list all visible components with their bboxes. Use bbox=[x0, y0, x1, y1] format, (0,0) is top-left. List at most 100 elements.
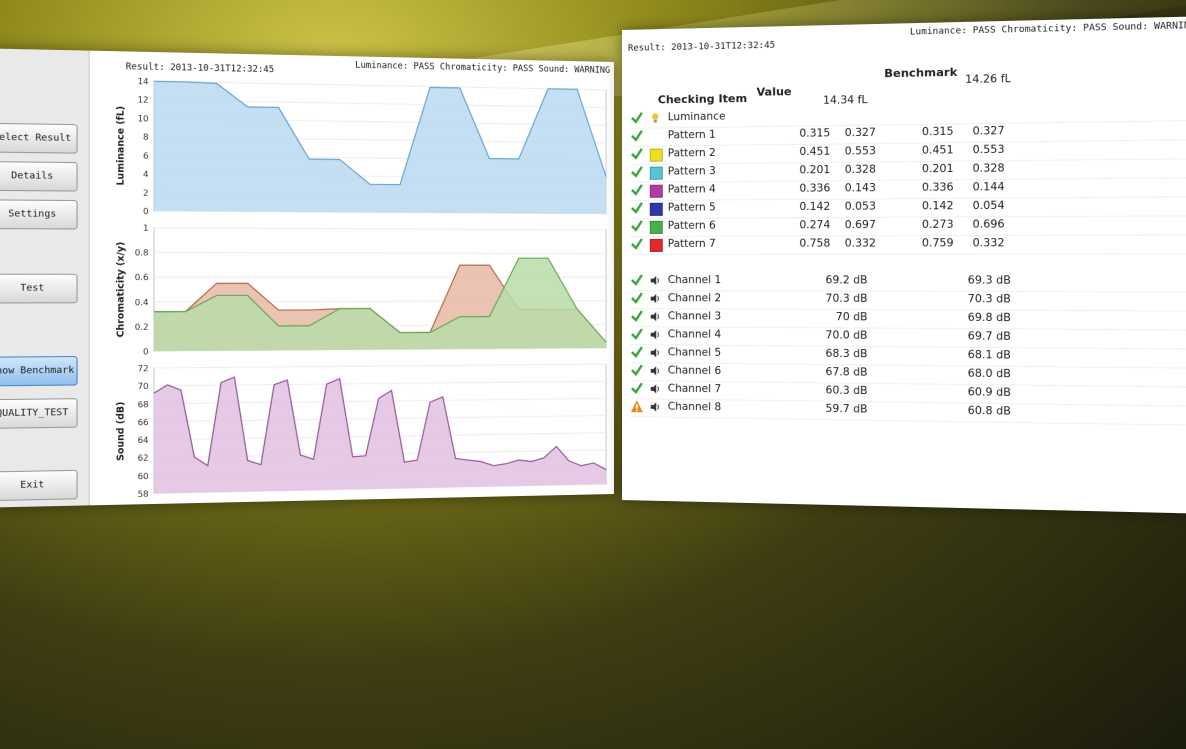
value-y: 0.053 bbox=[844, 200, 876, 213]
item-value: 70.3 dB bbox=[825, 292, 868, 305]
color-swatch-icon bbox=[649, 202, 663, 216]
item-name: Pattern 1 bbox=[667, 128, 716, 142]
item-benchmark: 70.3 dB bbox=[967, 292, 1011, 306]
details-button[interactable]: Details bbox=[0, 161, 78, 192]
value-x: 0.336 bbox=[799, 182, 831, 195]
item-benchmark: 68.0 dB bbox=[967, 367, 1011, 381]
right-reflection bbox=[622, 500, 1176, 740]
item-benchmark: 60.8 dB bbox=[967, 404, 1011, 418]
y-axis-label: Luminance (fL) bbox=[115, 106, 127, 186]
speaker-icon bbox=[650, 383, 661, 394]
benchmark-x: 0.273 bbox=[921, 218, 954, 232]
quality-test-button[interactable]: QUALITY_TEST bbox=[0, 398, 78, 429]
results-table-window: Result: 2013-10-31T12:32:45 Luminance: P… bbox=[622, 16, 1186, 514]
status-summary: Luminance: PASS Chromaticity: PASS Sound… bbox=[355, 60, 611, 76]
item-name: Luminance bbox=[667, 110, 726, 124]
item-name: Channel 1 bbox=[667, 274, 722, 287]
y-tick-label: 12 bbox=[138, 95, 149, 105]
item-name: Channel 7 bbox=[667, 382, 722, 396]
pass-check-icon bbox=[630, 381, 644, 395]
item-value: 70 dB bbox=[835, 310, 868, 324]
item-benchmark: 68.1 dB bbox=[967, 348, 1011, 362]
y-tick-label: 2 bbox=[143, 187, 149, 197]
y-tick-label: 0.6 bbox=[135, 272, 149, 282]
item-benchmark: 69.3 dB bbox=[967, 274, 1011, 287]
value-y: 0.328 bbox=[844, 163, 876, 177]
chart-window: Select Result Details Settings Test Show… bbox=[0, 48, 614, 508]
show-benchmark-button[interactable]: Show Benchmark bbox=[0, 355, 78, 387]
pass-check-icon bbox=[630, 309, 644, 323]
benchmark-y: 0.696 bbox=[972, 218, 1005, 231]
pass-check-icon bbox=[630, 147, 644, 161]
y-tick-label: 0 bbox=[143, 346, 149, 356]
pass-check-icon bbox=[630, 363, 644, 377]
item-name: Pattern 7 bbox=[667, 237, 716, 250]
color-swatch-icon bbox=[649, 220, 663, 234]
y-tick-label: 60 bbox=[138, 471, 149, 481]
y-tick-label: 66 bbox=[138, 417, 149, 427]
color-swatch-icon bbox=[649, 184, 663, 198]
item-value: 14.34 fL bbox=[823, 93, 868, 107]
right-info-bar: Result: 2013-10-31T12:32:45 Luminance: P… bbox=[628, 21, 1186, 54]
speaker-icon bbox=[650, 275, 661, 286]
test-button[interactable]: Test bbox=[0, 273, 78, 304]
value-y: 0.332 bbox=[844, 237, 876, 250]
select-result-button[interactable]: Select Result bbox=[0, 122, 78, 154]
color-swatch-icon bbox=[649, 130, 663, 144]
item-name: Channel 6 bbox=[667, 364, 722, 378]
value-x: 0.142 bbox=[799, 200, 831, 214]
pass-check-icon bbox=[630, 219, 644, 233]
item-name: Pattern 2 bbox=[667, 146, 716, 160]
benchmark-y: 0.553 bbox=[972, 143, 1005, 157]
exit-button[interactable]: Exit bbox=[0, 469, 78, 502]
item-value: 70.0 dB bbox=[825, 329, 868, 342]
y-tick-label: 72 bbox=[138, 363, 149, 373]
item-benchmark: 69.8 dB bbox=[967, 311, 1011, 325]
benchmark-x: 0.142 bbox=[921, 199, 954, 213]
y-tick-label: 6 bbox=[143, 150, 149, 160]
item-benchmark: 14.26 fL bbox=[965, 72, 1011, 87]
y-tick-label: 0.2 bbox=[135, 322, 149, 332]
benchmark-y: 0.327 bbox=[972, 124, 1005, 138]
y-tick-label: 0.8 bbox=[135, 247, 149, 257]
warning-icon bbox=[630, 399, 644, 413]
value-y: 0.697 bbox=[844, 218, 876, 232]
item-name: Channel 2 bbox=[667, 292, 722, 305]
y-tick-label: 64 bbox=[138, 435, 149, 445]
item-value: 59.7 dB bbox=[825, 402, 868, 416]
item-name: Channel 4 bbox=[667, 328, 722, 341]
value-x: 0.274 bbox=[799, 219, 831, 232]
y-tick-label: 10 bbox=[138, 113, 149, 123]
item-value: 69.2 dB bbox=[825, 274, 868, 287]
pass-check-icon bbox=[630, 183, 644, 197]
charts-svg: 02468101214Luminance (fL)00.20.40.60.81C… bbox=[115, 76, 610, 499]
speaker-icon bbox=[650, 365, 661, 376]
column-header-item: Checking Item bbox=[657, 91, 748, 107]
y-tick-label: 1 bbox=[143, 223, 149, 233]
item-name: Pattern 6 bbox=[667, 219, 716, 232]
value-y: 0.143 bbox=[844, 181, 876, 195]
right-result-timestamp: Result: 2013-10-31T12:32:45 bbox=[627, 40, 776, 54]
speaker-icon bbox=[650, 347, 661, 358]
bulb-icon bbox=[650, 112, 661, 123]
benchmark-y: 0.328 bbox=[972, 162, 1005, 175]
color-swatch-icon bbox=[649, 166, 663, 180]
value-y: 0.553 bbox=[844, 145, 876, 158]
result-timestamp: Result: 2013-10-31T12:32:45 bbox=[125, 61, 275, 76]
item-name: Channel 5 bbox=[667, 346, 722, 359]
speaker-icon bbox=[650, 293, 661, 304]
item-name: Channel 3 bbox=[667, 310, 722, 323]
value-x: 0.315 bbox=[799, 127, 831, 140]
item-value: 67.8 dB bbox=[825, 366, 868, 379]
stage: Select Result Details Settings Test Show… bbox=[0, 0, 1186, 749]
y-tick-label: 0 bbox=[143, 206, 149, 216]
pass-check-icon bbox=[630, 111, 644, 125]
pass-check-icon bbox=[630, 201, 644, 215]
speaker-icon bbox=[650, 401, 661, 412]
y-tick-label: 68 bbox=[138, 399, 149, 409]
benchmark-y: 0.144 bbox=[972, 180, 1005, 194]
pass-check-icon bbox=[630, 291, 644, 305]
y-tick-label: 62 bbox=[138, 453, 149, 463]
settings-button[interactable]: Settings bbox=[0, 199, 78, 230]
y-tick-label: 0.4 bbox=[135, 297, 149, 307]
